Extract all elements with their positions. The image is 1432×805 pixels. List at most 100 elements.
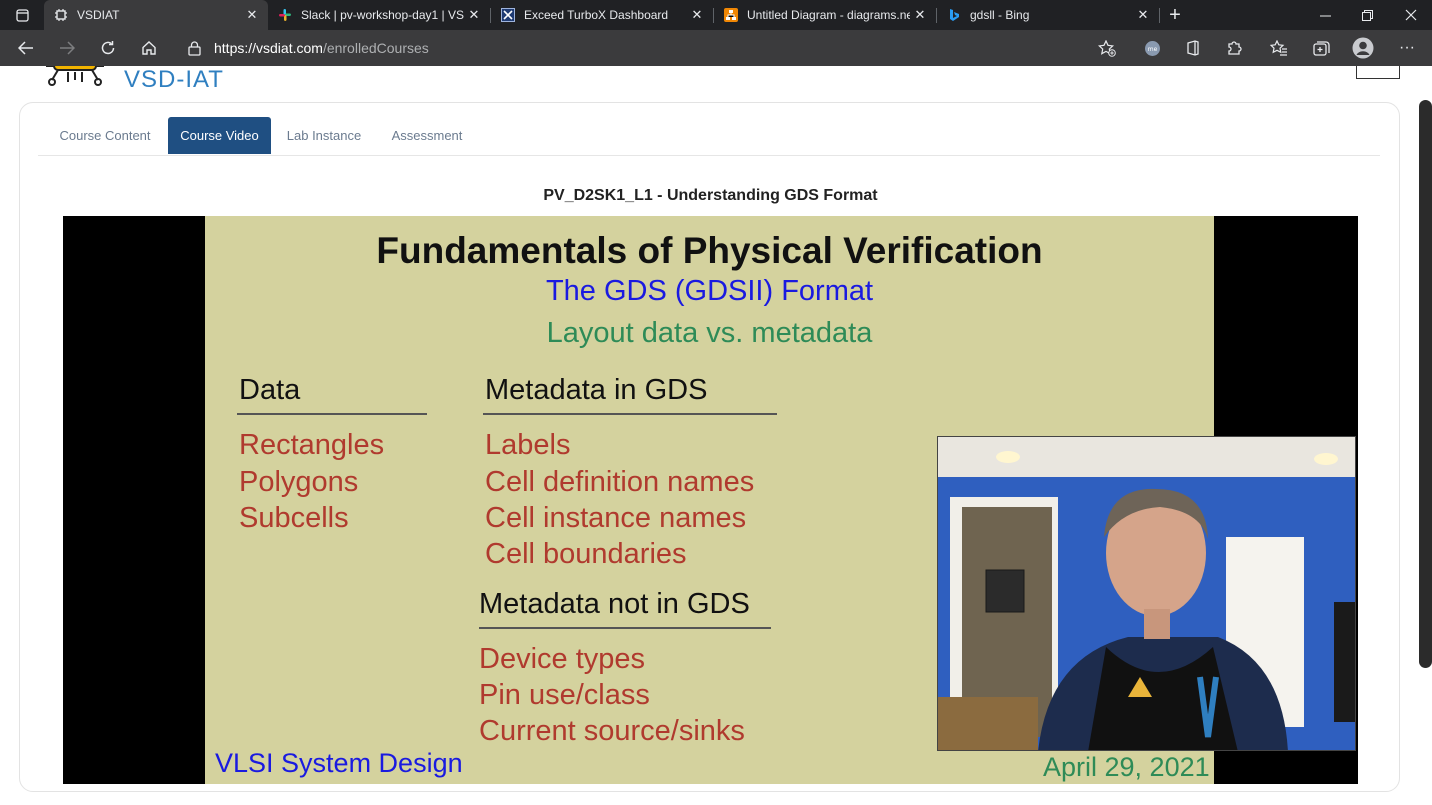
scrollbar-thumb[interactable]: [1419, 100, 1432, 668]
metadata-item: Cell instance names: [485, 502, 747, 534]
video-slide: Fundamentals of Physical Verification Th…: [205, 216, 1356, 784]
exceed-icon: [501, 8, 515, 22]
slide-title: Fundamentals of Physical Verification: [376, 230, 1043, 271]
extension-badge-icon: me: [1144, 40, 1160, 56]
video-title: PV_D2SK1_L1 - Understanding GDS Format: [543, 187, 878, 204]
chip-icon: [54, 8, 68, 22]
data-underline: [237, 413, 427, 415]
close-tab-icon[interactable]: ✕: [242, 7, 262, 23]
url-path: /enrolledCourses: [322, 40, 429, 56]
avatar-icon: [1352, 37, 1374, 59]
slide-subtitle-2: Layout data vs. metadata: [546, 317, 873, 349]
data-item: Rectangles: [239, 429, 385, 461]
menu-toggle-button[interactable]: [1356, 66, 1400, 79]
browser-tab-vsdiat[interactable]: VSDIAT ✕: [44, 0, 268, 30]
data-item: Polygons: [239, 466, 359, 498]
minimize-button[interactable]: [1310, 0, 1340, 30]
star-plus-icon: [1098, 39, 1116, 57]
tab-title: Slack | pv-workshop-day1 | VSD: [301, 8, 464, 22]
tab-label: Assessment: [391, 128, 463, 143]
diagrams-icon: [724, 8, 738, 22]
more-icon: ···: [1399, 39, 1415, 56]
close-window-button[interactable]: [1396, 0, 1426, 30]
close-tab-icon[interactable]: ✕: [1133, 7, 1153, 23]
tab-title: gdsll - Bing: [970, 8, 1030, 22]
tab-course-content[interactable]: Course Content: [38, 117, 172, 154]
favorites-list-icon: [1270, 40, 1287, 56]
tab-title: VSDIAT: [77, 8, 120, 22]
metadata-heading: Metadata in GDS: [485, 374, 708, 406]
tab-title: Exceed TurboX Dashboard: [524, 8, 669, 22]
favorites-button[interactable]: [1262, 30, 1296, 66]
close-icon: [1405, 9, 1417, 21]
slide-subtitle: The GDS (GDSII) Format: [545, 275, 874, 307]
url-host: https://vsdiat.com: [214, 40, 323, 56]
tab-course-video[interactable]: Course Video: [168, 117, 271, 154]
not-metadata-item: Device types: [479, 643, 646, 675]
metadata-item: Cell definition names: [485, 466, 755, 498]
browser-tab-bing[interactable]: gdsll - Bing ✕: [937, 0, 1159, 30]
presenter-webcam: [937, 436, 1356, 751]
office-icon: [1187, 40, 1199, 56]
tab-label: Course Content: [59, 128, 151, 143]
window-icon: [15, 8, 29, 22]
arrow-left-icon: [18, 41, 33, 55]
not-metadata-underline: [479, 627, 771, 629]
restore-icon: [1361, 9, 1373, 21]
tab-assessment[interactable]: Assessment: [377, 117, 477, 154]
presenter-image: [938, 437, 1355, 750]
site-logo[interactable]: VSD-IAT: [46, 66, 224, 92]
home-icon: [142, 41, 156, 55]
home-button[interactable]: [132, 30, 166, 66]
slack-icon: [278, 8, 292, 22]
puzzle-icon: [1228, 41, 1242, 55]
robot-logo-icon: [46, 66, 104, 86]
lock-icon[interactable]: [188, 40, 204, 56]
browser-tab-exceed[interactable]: Exceed TurboX Dashboard ✕: [491, 0, 713, 30]
slide-footer-date: April 29, 2021: [1043, 752, 1210, 782]
tab-actions-button[interactable]: [8, 0, 36, 30]
extensions-button[interactable]: [1217, 30, 1251, 66]
tab-label: Course Video: [180, 128, 259, 143]
browser-tab-bar: VSDIAT ✕ Slack | pv-workshop-day1 | VSD …: [0, 0, 1432, 30]
bing-icon: [947, 8, 961, 22]
course-tabs: Course Content Course Video Lab Instance…: [38, 117, 1380, 156]
page-content: VSD-IAT Course Content Course Video Lab …: [0, 66, 1432, 805]
metadata-item: Labels: [485, 429, 571, 461]
restore-button[interactable]: [1352, 0, 1382, 30]
svg-text:me: me: [1147, 46, 1157, 53]
collections-button[interactable]: [1304, 30, 1338, 66]
address-bar[interactable]: https://vsdiat.com/enrolledCourses: [176, 34, 1126, 62]
video-player[interactable]: Fundamentals of Physical Verification Th…: [63, 216, 1358, 784]
tab-lab-instance[interactable]: Lab Instance: [271, 117, 377, 154]
arrow-right-icon: [60, 41, 75, 55]
extension-button[interactable]: me: [1135, 30, 1169, 66]
back-button[interactable]: [9, 30, 43, 66]
logo-text: VSD-IAT: [124, 66, 224, 93]
browser-tab-diagrams[interactable]: Untitled Diagram - diagrams.net ✕: [714, 0, 936, 30]
browser-tab-slack[interactable]: Slack | pv-workshop-day1 | VSD ✕: [268, 0, 490, 30]
refresh-button[interactable]: [91, 30, 125, 66]
browser-toolbar: https://vsdiat.com/enrolledCourses me ··…: [0, 30, 1432, 66]
favorite-add-button[interactable]: [1090, 30, 1124, 66]
metadata-item: Cell boundaries: [485, 538, 687, 570]
collections-icon: [1312, 41, 1330, 56]
office-button[interactable]: [1176, 30, 1210, 66]
not-metadata-item: Pin use/class: [479, 679, 650, 711]
metadata-underline: [483, 413, 777, 415]
forward-button[interactable]: [50, 30, 84, 66]
close-tab-icon[interactable]: ✕: [687, 7, 707, 23]
new-tab-button[interactable]: +: [1162, 0, 1188, 30]
course-card: Course Content Course Video Lab Instance…: [19, 102, 1400, 792]
tab-title: Untitled Diagram - diagrams.net: [747, 8, 910, 22]
not-metadata-item: Current source/sinks: [479, 715, 745, 747]
close-tab-icon[interactable]: ✕: [464, 7, 484, 23]
data-heading: Data: [239, 374, 301, 406]
refresh-icon: [101, 41, 115, 55]
minimize-icon: [1319, 15, 1331, 16]
settings-menu-button[interactable]: ···: [1390, 30, 1424, 66]
not-metadata-heading: Metadata not in GDS: [479, 588, 750, 620]
profile-button[interactable]: [1346, 30, 1380, 66]
close-tab-icon[interactable]: ✕: [910, 7, 930, 23]
slide-footer-org: VLSI System Design: [215, 748, 463, 778]
